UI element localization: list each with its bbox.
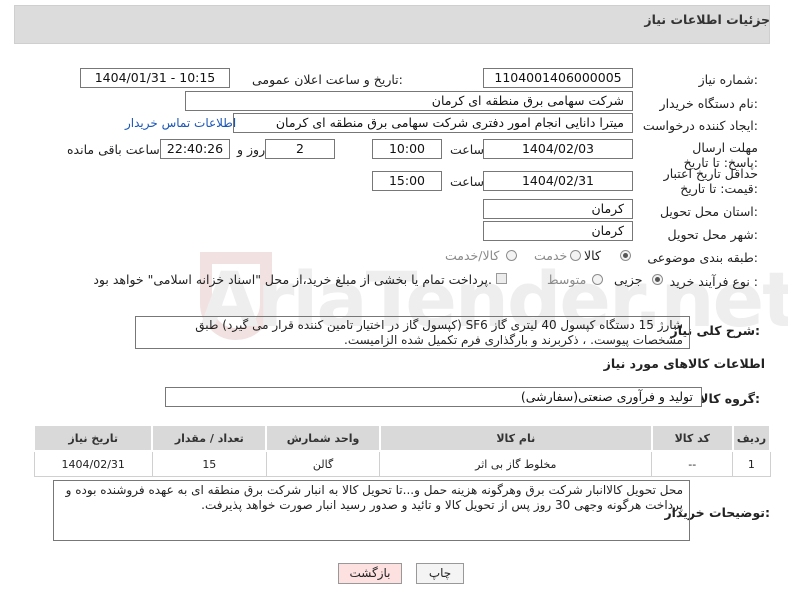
province-field[interactable]: کرمان [483,199,633,219]
treasury-checkbox[interactable] [496,273,507,284]
col-unit: واحد شمارش [265,424,381,452]
validity-time-field[interactable]: 15:00 [372,171,442,191]
process-radio-minor[interactable] [652,274,663,285]
category-option-service: خدمت [534,248,568,263]
remaining-label: ساعت باقی مانده [67,142,160,157]
col-code: کد کالا [650,424,734,452]
process-option-medium: متوسط [547,272,587,287]
description-field[interactable]: شارژ 15 دستگاه کپسول 40 لیتری گاز SF6 (ک… [135,316,690,349]
creator-label: ایجاد کننده درخواست: [642,118,758,133]
cell-name: مخلوط گاز بی اثر [379,450,653,477]
category-radio-goods[interactable] [620,250,631,261]
province-label: استان محل تحویل: [659,204,758,219]
city-label: شهر محل تحویل: [667,227,758,242]
goods-group-field[interactable]: تولید و فرآوری صنعتی(سفارشی) [165,387,702,407]
buyer-contact-link[interactable]: اطلاعات تماس خریدار [125,116,236,130]
deadline-time-label: ساعت [450,142,485,157]
cell-date: 1404/02/31 [33,450,153,477]
remaining-time-field[interactable]: 22:40:26 [160,139,230,159]
city-field[interactable]: کرمان [483,221,633,241]
col-date: تاریخ نیاز [32,424,154,452]
cell-code: -- [651,450,734,477]
validity-time-label: ساعت [450,174,485,189]
validity-label: حداقل تاریخ اعتبار قیمت: تا تاریخ: [663,166,758,196]
days-field[interactable]: 2 [265,139,335,159]
category-option-both: کالا/خدمت [445,248,500,263]
goods-group-label: گروه کالا: [699,391,760,406]
col-row: ردیف [731,424,772,452]
buyer-notes-field[interactable]: محل تحویل کالاانبار شرکت برق وهرگونه هزی… [53,480,690,541]
process-radio-medium[interactable] [592,274,603,285]
cell-unit: گالن [265,450,381,477]
category-label: طبقه بندی موضوعی: [647,250,758,265]
need-number-label: شماره نیاز: [698,72,758,87]
need-number-field[interactable]: 1104001406000005 [483,68,633,88]
items-table: ردیف کد کالا نام کالا واحد شمارش تعداد /… [32,424,772,477]
back-button[interactable]: بازگشت [338,563,402,584]
col-qty: تعداد / مقدار [151,424,268,452]
cell-row: 1 [732,450,771,477]
deadline-time-field[interactable]: 10:00 [372,139,442,159]
process-option-minor: جزیی [614,272,643,287]
buyer-org-label: نام دستگاه خریدار: [659,96,758,111]
table-row[interactable]: 1 -- مخلوط گاز بی اثر گالن 15 1404/02/31 [33,450,771,477]
deadline-date-field[interactable]: 1404/02/03 [483,139,633,159]
col-name: نام کالا [378,424,653,452]
process-label: نوع فرآیند خرید : [669,274,758,289]
creator-field[interactable]: میترا دانایی انجام امور دفتری شرکت سهامی… [233,113,633,133]
validity-date-field[interactable]: 1404/02/31 [483,171,633,191]
cell-qty: 15 [151,450,267,477]
buyer-org-field[interactable]: شرکت سهامی برق منطقه ای کرمان [185,91,633,111]
treasury-note: پرداخت تمام یا بخشی از مبلغ خرید،از محل … [93,272,492,287]
page-title: جزئیات اطلاعات نیاز [644,12,770,27]
announce-label: تاریخ و ساعت اعلان عمومی: [252,72,403,87]
announce-datetime-field[interactable]: 1404/01/31 - 10:15 [80,68,230,88]
category-radio-service[interactable] [570,250,581,261]
category-radio-both[interactable] [506,250,517,261]
days-label: روز و [237,142,266,157]
category-option-goods: کالا [584,248,601,263]
goods-section-title: اطلاعات کالاهای مورد نیاز [603,356,765,371]
print-button[interactable]: چاپ [416,563,464,584]
